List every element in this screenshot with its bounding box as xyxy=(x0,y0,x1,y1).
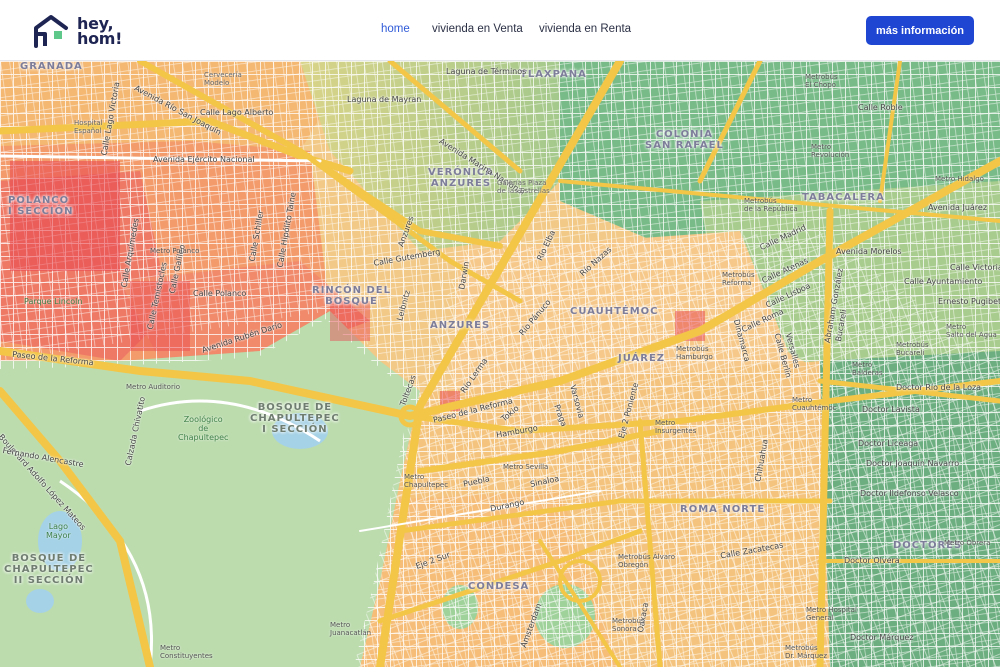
metro-revolucion[interactable]: Metro Revolución xyxy=(811,143,849,159)
street-avenida-morelos: Avenida Morelos xyxy=(836,247,902,256)
area-label-bosque-chapultepec-1: BOSQUE DE CHAPULTEPEC I SECCIÓN xyxy=(250,402,340,435)
metro-sevilla[interactable]: Metro Sevilla xyxy=(503,463,548,471)
house-logo-icon xyxy=(34,15,68,48)
brand-line-2: hom! xyxy=(77,29,123,48)
poi-lago-mayor[interactable]: Lago Mayor xyxy=(46,522,71,540)
nav-vivienda-renta[interactable]: vivienda en Renta xyxy=(539,23,631,35)
street-laguna-terminos: Laguna de Términos xyxy=(446,67,527,76)
area-label-bosque-chapultepec-2: BOSQUE DE CHAPULTEPEC II SECCIÓN xyxy=(4,553,94,586)
street-avenida-juarez: Avenida Juárez xyxy=(928,203,988,212)
metro-polanco[interactable]: Metro Polanco xyxy=(150,247,199,255)
metro-insurgentes[interactable]: Metro Insurgentes xyxy=(655,419,696,435)
street-doctor-marquez: Doctor Márquez xyxy=(850,633,914,642)
metro-auditorio[interactable]: Metro Auditorio xyxy=(126,383,180,391)
brand-wordmark: hey, hom! xyxy=(77,16,123,48)
street-lago-alberto: Calle Lago Alberto xyxy=(200,108,274,117)
nav-vivienda-venta[interactable]: vivienda en Venta xyxy=(432,23,523,35)
brand-logo[interactable]: hey, hom! xyxy=(33,14,133,50)
poi-zoologico[interactable]: Zoológico de Chapultepec xyxy=(178,415,228,442)
metrobus-el-chopo[interactable]: Metrobús El Chopo xyxy=(805,73,838,89)
poi-parque-lincoln[interactable]: Parque Lincoln xyxy=(24,297,82,306)
metro-juanacatlan[interactable]: Metro Juanacatlán xyxy=(330,621,371,637)
metrobus-hamburgo[interactable]: Metrobús Hamburgo xyxy=(676,345,713,361)
poi-cerveceria-modelo[interactable]: Cervecería Modelo xyxy=(204,71,242,87)
street-doctor-velasco: Doctor Ildefonso Velasco xyxy=(860,489,959,498)
area-label-condesa: CONDESA xyxy=(468,581,530,592)
area-label-juarez: JUÁREZ xyxy=(618,353,666,364)
metrobus-bucareli[interactable]: Metrobús Bucareli xyxy=(896,341,929,357)
metrobus-sonora[interactable]: Metrobús Sonora xyxy=(612,617,645,633)
street-ejercito-nacional: Avenida Ejército Nacional xyxy=(153,155,255,164)
metrobus-alvaro-obregon[interactable]: Metrobús Álvaro Obregón xyxy=(618,553,675,569)
street-calle-victoria: Calle Victoria xyxy=(950,263,1000,272)
metro-constituyentes[interactable]: Metro Constituyentes xyxy=(160,644,213,660)
street-ernesto-pugibet: Ernesto Pugibet xyxy=(938,297,1000,306)
poi-hospital-espanol[interactable]: Hospital Español xyxy=(74,119,103,135)
metro-balderas[interactable]: Metro Balderas xyxy=(852,361,883,377)
street-laguna-mayran: Laguna de Mayran xyxy=(347,95,422,104)
metrobus-doctor-marquez[interactable]: Metrobús Dr. Márquez xyxy=(785,644,827,660)
metrobus-republica[interactable]: Metrobús de la República xyxy=(744,197,798,213)
metro-obrera[interactable]: Metro Obrera xyxy=(944,539,990,547)
street-doctor-liceaga: Doctor Liceaga xyxy=(858,439,919,448)
area-label-colonia-san-rafael: COLONIA SAN RAFAEL xyxy=(645,129,724,151)
street-calle-polanco: Calle Polanco xyxy=(193,289,247,298)
area-label-granada: GRANADA xyxy=(20,61,83,72)
mas-informacion-button[interactable]: más información xyxy=(866,16,974,45)
street-calle-roble: Calle Roble xyxy=(858,103,903,112)
area-label-anzures: ANZURES xyxy=(430,320,491,331)
poi-galerias-plaza[interactable]: Galerías Plaza de las Estrellas xyxy=(497,179,550,195)
metrobus-reforma[interactable]: Metrobús Reforma xyxy=(722,271,755,287)
area-label-cuauhtemoc: CUAUHTÉMOC xyxy=(570,306,659,317)
price-heatmap[interactable]: GRANADA POLANCO I SECCIÓN RINCÓN DEL BOS… xyxy=(0,61,1000,667)
area-label-tlaxpana: TLAXPANA xyxy=(520,69,587,80)
top-navbar: hey, hom! home vivienda en Venta viviend… xyxy=(0,0,1000,61)
metro-cuauhtemoc[interactable]: Metro Cuauhtémoc xyxy=(792,396,837,412)
street-doctor-navarro: Doctor Joaquín Navarro xyxy=(866,459,960,468)
metro-salto-del-agua[interactable]: Metro Salto del Agua xyxy=(946,323,997,339)
area-label-roma-norte: ROMA NORTE xyxy=(680,504,766,515)
street-doctor-olvera: Doctor Olvera xyxy=(844,556,900,565)
area-label-rincon-del-bosque: RINCÓN DEL BOSQUE xyxy=(312,285,391,307)
area-label-tabacalera: TABACALERA xyxy=(802,192,885,203)
street-rio-de-la-loza: Doctor Río de la Loza xyxy=(896,383,982,392)
metro-hidalgo[interactable]: Metro Hidalgo xyxy=(935,175,984,183)
area-label-polanco: POLANCO I SECCIÓN xyxy=(8,195,74,217)
map-canvas xyxy=(0,61,1000,667)
street-calle-ayuntamiento: Calle Ayuntamiento xyxy=(904,277,983,286)
nav-home[interactable]: home xyxy=(381,23,410,35)
metro-chapultepec[interactable]: Metro Chapultepec xyxy=(404,473,448,489)
metro-hospital-general[interactable]: Metro Hospital General xyxy=(806,606,857,622)
street-doctor-lavista: Doctor Lavista xyxy=(862,405,920,414)
